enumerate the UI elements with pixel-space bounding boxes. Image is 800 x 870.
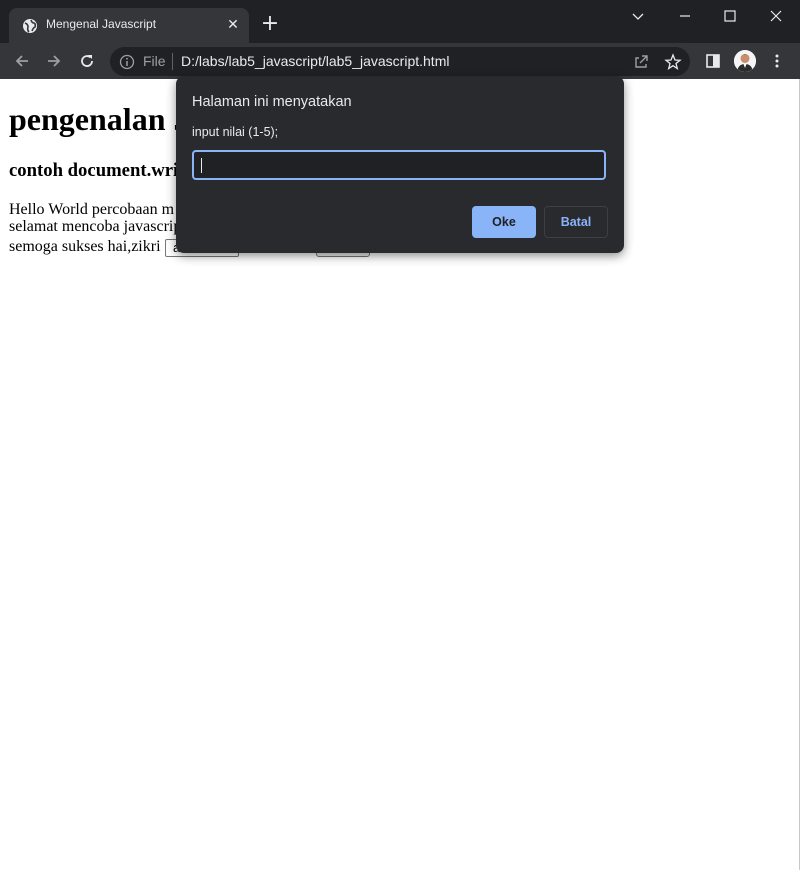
page-subheading: contoh document.wri	[9, 160, 179, 181]
dialog-text-input[interactable]	[192, 150, 606, 180]
share-icon[interactable]	[632, 53, 650, 71]
close-tab-icon[interactable]: ✕	[225, 17, 241, 33]
forward-icon[interactable]	[45, 52, 63, 70]
text-line-selamat: selamat mencoba javascrip	[9, 218, 182, 235]
url-scheme-label: File	[143, 53, 166, 69]
user-avatar-icon	[734, 50, 756, 72]
dialog-message: input nilai (1-5);	[192, 125, 279, 139]
profile-avatar[interactable]	[734, 50, 756, 72]
reload-icon[interactable]	[78, 52, 96, 70]
tab-title: Mengenal Javascript	[46, 17, 157, 31]
close-window-icon[interactable]	[766, 6, 786, 26]
text-line-hello: Hello World percobaan m	[9, 201, 175, 218]
new-tab-icon[interactable]: +	[260, 13, 280, 35]
bookmark-star-icon[interactable]	[664, 53, 682, 71]
cancel-button[interactable]: Batal	[544, 206, 608, 238]
globe-icon	[23, 19, 37, 33]
back-icon[interactable]	[13, 52, 31, 70]
tab-strip: Mengenal Javascript ✕ +	[0, 0, 800, 43]
maximize-icon[interactable]	[720, 6, 740, 26]
browser-tab[interactable]: Mengenal Javascript ✕	[9, 8, 249, 43]
menu-kebab-icon[interactable]	[768, 52, 786, 70]
info-icon[interactable]	[119, 54, 135, 70]
ok-button[interactable]: Oke	[472, 206, 536, 238]
url-text[interactable]: D:/labs/lab5_javascript/lab5_javascript.…	[181, 53, 449, 69]
dialog-title: Halaman ini menyatakan	[192, 94, 352, 110]
tab-search-icon[interactable]	[628, 6, 648, 26]
omnibox-divider	[172, 53, 173, 70]
text-line-semoga: semoga sukses hai,zikri	[9, 238, 161, 255]
text-caret	[201, 158, 202, 173]
page-heading: pengenalan J	[9, 101, 190, 137]
prompt-dialog: Halaman ini menyatakan input nilai (1-5)…	[176, 76, 624, 253]
minimize-icon[interactable]	[675, 6, 695, 26]
side-panel-icon[interactable]	[704, 52, 722, 70]
browser-toolbar: File D:/labs/lab5_javascript/lab5_javasc…	[0, 43, 800, 79]
address-bar[interactable]: File D:/labs/lab5_javascript/lab5_javasc…	[110, 47, 690, 76]
